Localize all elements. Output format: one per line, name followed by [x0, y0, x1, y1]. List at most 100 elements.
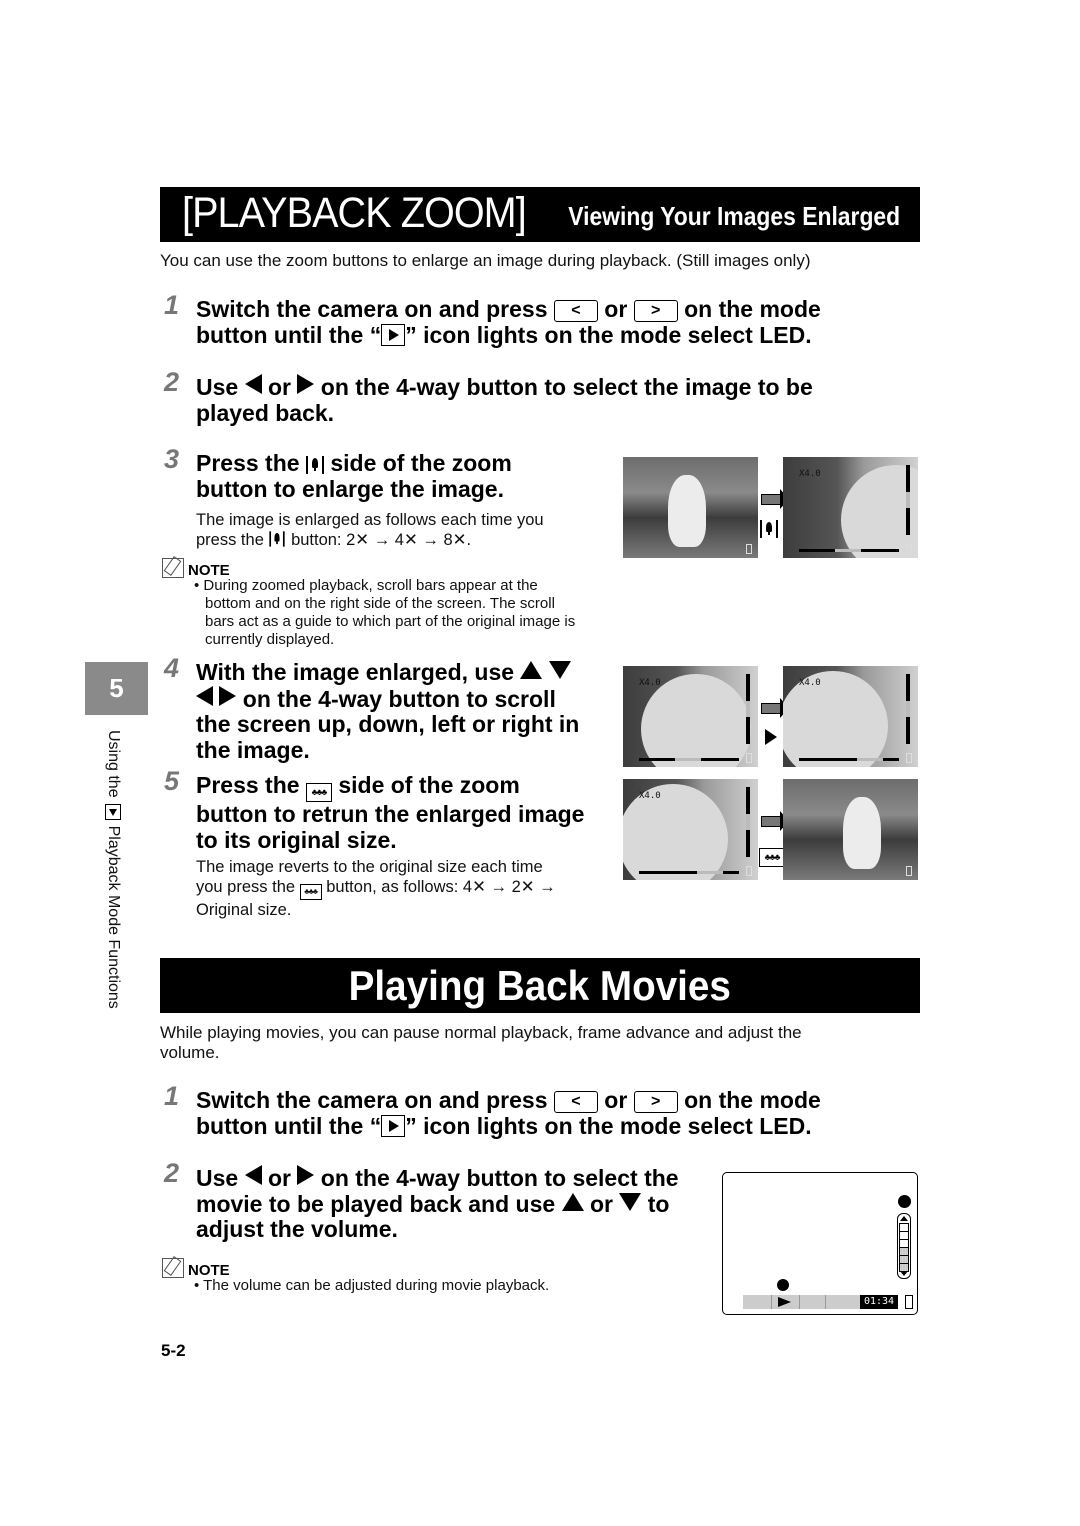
step-text: the image.: [196, 736, 310, 763]
right-arrow-icon: [297, 374, 315, 394]
step-text: button to enlarge the image.: [196, 475, 504, 502]
battery-icon: [906, 544, 912, 554]
step-text: ” icon lights on the mode select LED.: [405, 1112, 812, 1139]
section-header-playback-zoom: [PLAYBACK ZOOM] Viewing Your Images Enla…: [160, 187, 920, 242]
step-text: adjust the volume.: [196, 1216, 398, 1242]
step-text: button until the “: [196, 1112, 382, 1139]
zoom-level-label: X4.0: [639, 791, 661, 801]
battery-icon: [906, 753, 912, 763]
body-text: The image reverts to the original size e…: [196, 858, 543, 876]
note-line: bottom and on the right side of the scre…: [205, 595, 555, 612]
mode-left-key-icon: <: [553, 1091, 598, 1113]
zoom-level-label: X4.0: [799, 678, 821, 688]
zoomed-photo: X4.0: [783, 666, 918, 767]
body-text: press the: [196, 531, 264, 549]
step-text: or: [267, 374, 291, 400]
right-arrow-icon: [765, 729, 777, 751]
playback-mode-icon: [105, 803, 121, 820]
step-text: or: [267, 1165, 291, 1191]
step-text: on the mode: [684, 296, 821, 322]
step-3-text: Press the side of the zoom button to enl…: [196, 450, 512, 502]
down-arrow-icon: [548, 661, 571, 679]
wide-zoom-icon: ♣♣♣: [299, 884, 322, 900]
intro-line: volume.: [160, 1043, 220, 1062]
volume-up-icon: [900, 1216, 908, 1221]
step-text: side of the zoom: [330, 450, 512, 476]
step-text: Use: [196, 1165, 239, 1191]
step-text: or: [604, 1087, 628, 1113]
playback-mode-icon: [381, 1114, 406, 1137]
step-text: to its original size.: [196, 826, 397, 853]
page-number: 5-2: [161, 1341, 186, 1360]
step-number: 5: [164, 766, 180, 796]
original-photo: [623, 457, 758, 558]
mode-left-key-icon: <: [553, 300, 598, 322]
step-text: movie to be played back and use: [196, 1190, 556, 1217]
vertical-scrollbar: [746, 674, 750, 744]
step-5-body: The image reverts to the original size e…: [196, 857, 556, 920]
up-arrow-icon: [520, 661, 543, 679]
zoomed-photo: X4.0: [623, 666, 758, 767]
chapter-tab: 5: [85, 662, 148, 715]
step-text: button to retrun the enlarged image: [196, 801, 585, 827]
battery-icon: [746, 753, 752, 763]
horizontal-scrollbar: [799, 549, 899, 552]
step-number: 4: [164, 653, 180, 683]
step-text: the screen up, down, left or right in: [196, 711, 580, 737]
horizontal-scrollbar: [799, 758, 899, 761]
horizontal-scrollbar: [639, 758, 739, 761]
left-arrow-icon: [196, 685, 213, 706]
step-text: button until the “: [196, 321, 382, 348]
left-arrow-icon: [244, 1165, 262, 1185]
body-text: The image is enlarged as follows each ti…: [196, 511, 544, 529]
step-4-text: With the image enlarged, use on the 4-wa…: [196, 659, 580, 763]
play-icon: [778, 1297, 791, 1307]
battery-icon: [905, 1295, 913, 1309]
chapter-side-title: Using the Playback Mode Functions: [104, 730, 122, 1009]
section-header-playing-movies: Playing Back Movies: [160, 958, 920, 1013]
step-text: Switch the camera on and press: [196, 296, 548, 322]
section-title: [PLAYBACK ZOOM]: [182, 189, 527, 237]
note-body: • During zoomed playback, scroll bars ap…: [194, 577, 575, 649]
note-line: • During zoomed playback, scroll bars ap…: [194, 577, 538, 594]
note-pencil-icon: [162, 1258, 184, 1278]
volume-slider: [897, 1213, 911, 1279]
step-number: 2: [164, 1158, 180, 1188]
wide-zoom-icon-wrap: ♣♣♣: [759, 845, 785, 867]
step-2-text: Use or on the 4-way button to select the…: [196, 374, 813, 426]
zoom-level-label: X4.0: [799, 469, 821, 479]
elapsed-time: 01:34: [860, 1295, 898, 1309]
note-pencil-icon: [162, 558, 184, 578]
wide-zoom-icon: ♣♣♣: [305, 783, 332, 802]
mode-right-key-icon: >: [633, 1091, 678, 1113]
step-3-body: The image is enlarged as follows each ti…: [196, 510, 544, 550]
battery-icon: [746, 866, 752, 876]
right-arrow-icon: [297, 1165, 315, 1185]
step-text: or: [589, 1190, 613, 1217]
play-button: [771, 1295, 800, 1309]
step-text: to: [647, 1190, 670, 1217]
note-line: currently displayed.: [205, 631, 335, 648]
arrow-right-icon: [761, 698, 789, 718]
step-text: Press the: [196, 772, 300, 798]
speaker-icon: [898, 1195, 911, 1208]
horizontal-scrollbar: [639, 871, 739, 874]
movie-step-1-text: Switch the camera on and press < or > on…: [196, 1087, 821, 1139]
zoomed-photo: X4.0: [783, 457, 918, 558]
step-number: 3: [164, 444, 180, 474]
note-line: bars act as a guide to which part of the…: [205, 613, 576, 630]
step-text: Press the: [196, 450, 300, 476]
wide-zoom-icon: ♣♣♣: [759, 848, 785, 867]
down-arrow-icon: [619, 1192, 642, 1211]
section-subtitle: Viewing Your Images Enlarged: [568, 201, 900, 231]
clock-icon: [777, 1279, 789, 1291]
body-text: button, as follows: 4✕ → 2✕ →: [326, 878, 556, 896]
left-arrow-icon: [244, 374, 262, 394]
original-photo: [783, 779, 918, 880]
zoom-level-label: X4.0: [639, 678, 661, 688]
body-text: Original size.: [196, 901, 292, 919]
right-arrow-icon: [219, 685, 237, 706]
side-text: Using the: [105, 730, 122, 798]
vertical-scrollbar: [906, 465, 910, 535]
body-text: button: 2✕ → 4✕ → 8✕.: [291, 531, 472, 549]
